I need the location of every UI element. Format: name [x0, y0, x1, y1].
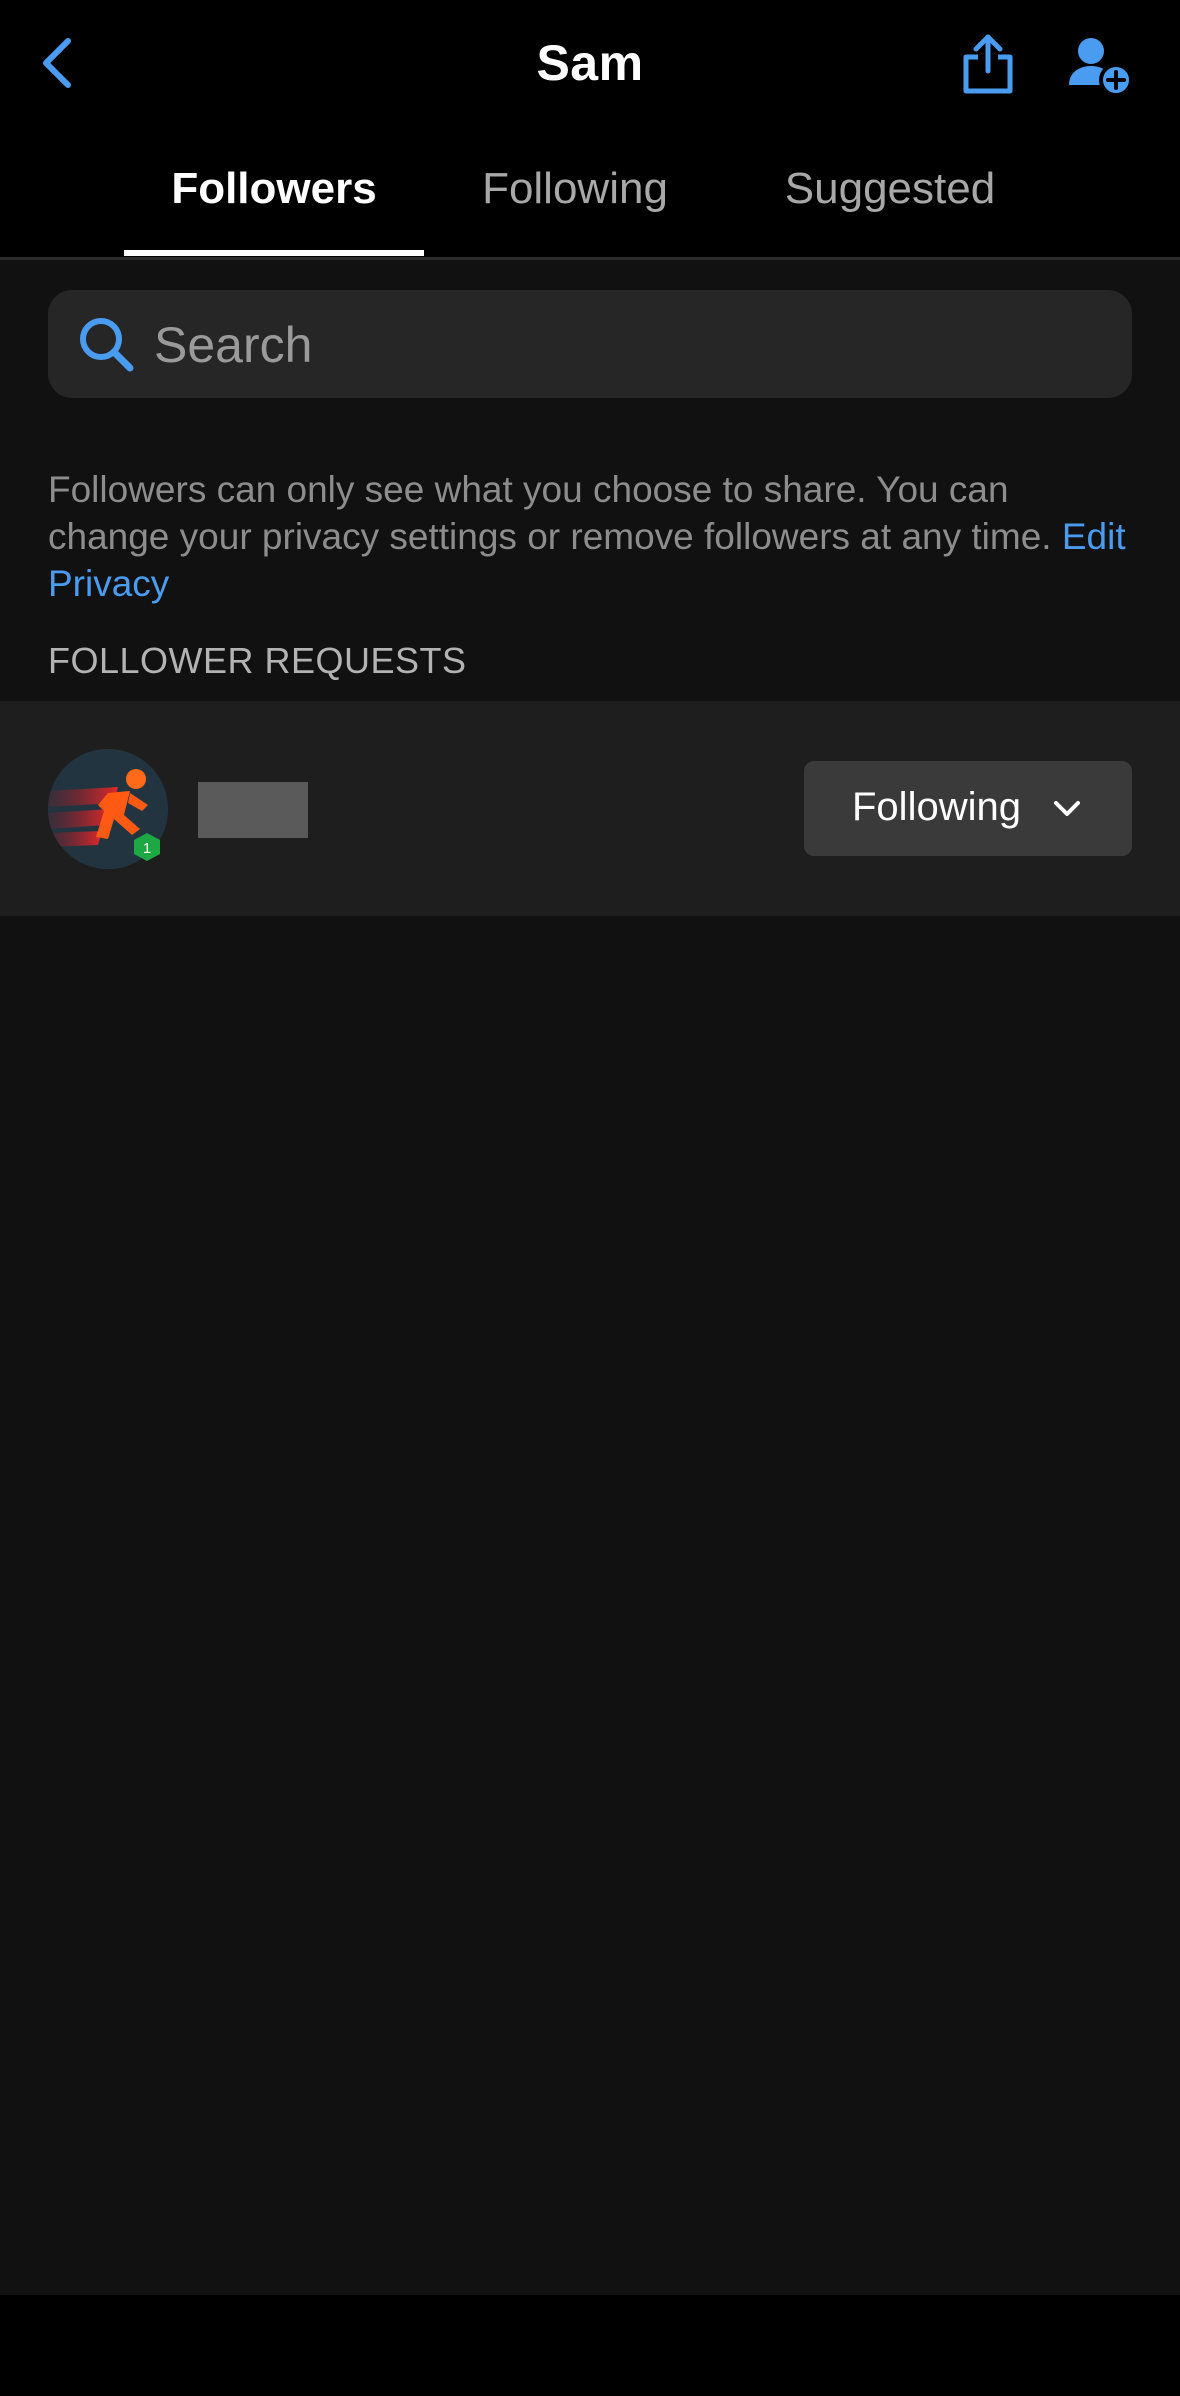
search-input[interactable]: Search: [48, 290, 1132, 398]
add-user-button[interactable]: [1060, 28, 1140, 104]
level-badge-value: 1: [143, 840, 151, 857]
share-button[interactable]: [950, 26, 1026, 102]
active-tab-indicator: [124, 250, 424, 256]
privacy-info-text: Followers can only see what you choose t…: [48, 469, 1052, 557]
chevron-down-icon: [1054, 801, 1080, 816]
tab-following[interactable]: Following: [440, 130, 710, 257]
bottom-safe-area: [0, 2295, 1180, 2396]
add-user-icon: [1069, 38, 1133, 97]
tab-bar: Followers Following Suggested: [0, 130, 1180, 260]
redacted-name: [198, 782, 308, 838]
top-bar: Sam: [0, 0, 1180, 130]
search-placeholder: Search: [154, 317, 313, 373]
follower-requests-header: FOLLOWER REQUESTS: [48, 640, 467, 681]
level-badge-icon: 1: [134, 833, 160, 861]
following-dropdown-button[interactable]: Following: [804, 761, 1132, 856]
privacy-info: Followers can only see what you choose t…: [48, 466, 1138, 607]
tab-followers[interactable]: Followers: [124, 130, 424, 257]
tab-suggested[interactable]: Suggested: [740, 130, 1040, 257]
following-button-label: Following: [852, 785, 1021, 829]
follower-request-row[interactable]: 1 Following: [0, 701, 1180, 916]
followers-content: Search Followers can only see what you c…: [0, 260, 1180, 2295]
share-icon: [963, 34, 1013, 94]
search-icon: [80, 318, 134, 372]
